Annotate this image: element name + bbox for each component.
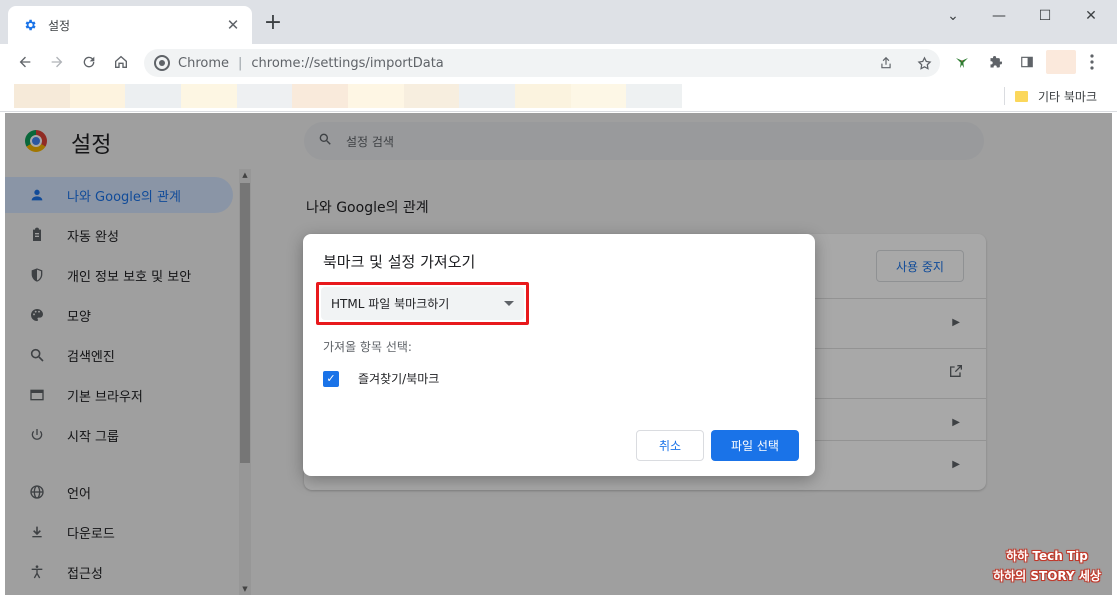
star-icon[interactable] <box>912 49 936 77</box>
side-panel-icon[interactable] <box>1015 50 1039 74</box>
blurred-bookmark[interactable] <box>125 84 182 108</box>
blurred-bookmark[interactable] <box>292 84 349 108</box>
omnibox-separator: | <box>238 55 243 71</box>
cancel-button[interactable]: 취소 <box>636 430 704 461</box>
close-window-button[interactable]: ✕ <box>1071 4 1111 28</box>
blurred-bookmark[interactable] <box>348 84 404 108</box>
watermark-line1: 하하 Tech Tip <box>1006 549 1088 563</box>
blurred-bookmark[interactable] <box>403 84 460 108</box>
home-icon[interactable] <box>109 50 133 74</box>
import-dialog: 북마크 및 설정 가져오기 HTML 파일 북마크하기 가져올 항목 선택: ✓… <box>303 234 815 476</box>
bookmarks-checkbox[interactable]: ✓ <box>323 370 339 387</box>
tab-search-icon[interactable]: ⌄ <box>933 4 973 28</box>
extensions-puzzle-icon[interactable] <box>983 50 1007 74</box>
profile-avatar[interactable] <box>1046 50 1076 74</box>
import-source-select[interactable]: HTML 파일 북마크하기 <box>321 287 524 320</box>
gear-icon <box>22 17 38 33</box>
blurred-bookmark[interactable] <box>14 84 70 108</box>
blurred-bookmark[interactable] <box>570 84 627 108</box>
other-bookmarks-label: 기타 북마크 <box>1038 89 1098 104</box>
watermark: 하하 Tech Tip 하하의 STORY 세상 <box>983 546 1111 586</box>
omnibox-site-label: Chrome <box>178 55 229 71</box>
new-tab-button[interactable]: + <box>262 12 284 35</box>
tab-settings[interactable]: 설정 ✕ <box>8 6 252 44</box>
address-bar[interactable]: Chrome | chrome://settings/importData <box>144 49 940 77</box>
items-label: 가져올 항목 선택: <box>323 340 412 354</box>
tab-title: 설정 <box>48 18 71 33</box>
forward-icon[interactable] <box>45 50 69 74</box>
tab-close-icon[interactable]: ✕ <box>224 16 242 34</box>
omnibox-url[interactable]: chrome://settings/importData <box>251 56 443 71</box>
blurred-bookmark[interactable] <box>459 84 516 108</box>
choose-file-button[interactable]: 파일 선택 <box>711 430 799 461</box>
back-icon[interactable] <box>13 50 37 74</box>
more-menu-icon[interactable] <box>1080 50 1104 74</box>
blurred-bookmark[interactable] <box>515 84 571 108</box>
blurred-bookmark[interactable] <box>236 84 293 108</box>
dialog-title: 북마크 및 설정 가져오기 <box>323 253 476 271</box>
chrome-icon <box>154 55 170 71</box>
folder-icon <box>1015 90 1028 102</box>
bookmarks-bar: 기타 북마크 <box>0 80 1117 112</box>
extension-bird-icon[interactable] <box>950 50 974 74</box>
checkbox-label: 즐겨찾기/북마크 <box>358 372 440 386</box>
toolbar: Chrome | chrome://settings/importData <box>0 44 1117 80</box>
bookmarks-checkbox-row: ✓ 즐겨찾기/북마크 <box>323 370 439 387</box>
other-bookmarks[interactable]: 기타 북마크 <box>1004 87 1097 105</box>
blurred-bookmark[interactable] <box>69 84 126 108</box>
blurred-bookmarks <box>14 84 683 108</box>
blurred-bookmark[interactable] <box>181 84 237 108</box>
watermark-line2: 하하의 STORY 세상 <box>993 569 1101 583</box>
caret-down-icon <box>504 301 514 306</box>
share-icon[interactable] <box>874 49 898 77</box>
blurred-bookmark[interactable] <box>626 84 683 108</box>
select-value: HTML 파일 북마크하기 <box>331 297 450 311</box>
reload-icon[interactable] <box>77 50 101 74</box>
minimize-button[interactable]: — <box>979 4 1019 28</box>
maximize-button[interactable]: ☐ <box>1025 4 1065 28</box>
title-bar: 설정 ✕ + ⌄ — ☐ ✕ <box>0 0 1117 44</box>
browser-window: 설정 ✕ + ⌄ — ☐ ✕ Chrome | chrome://setting… <box>0 0 1117 600</box>
